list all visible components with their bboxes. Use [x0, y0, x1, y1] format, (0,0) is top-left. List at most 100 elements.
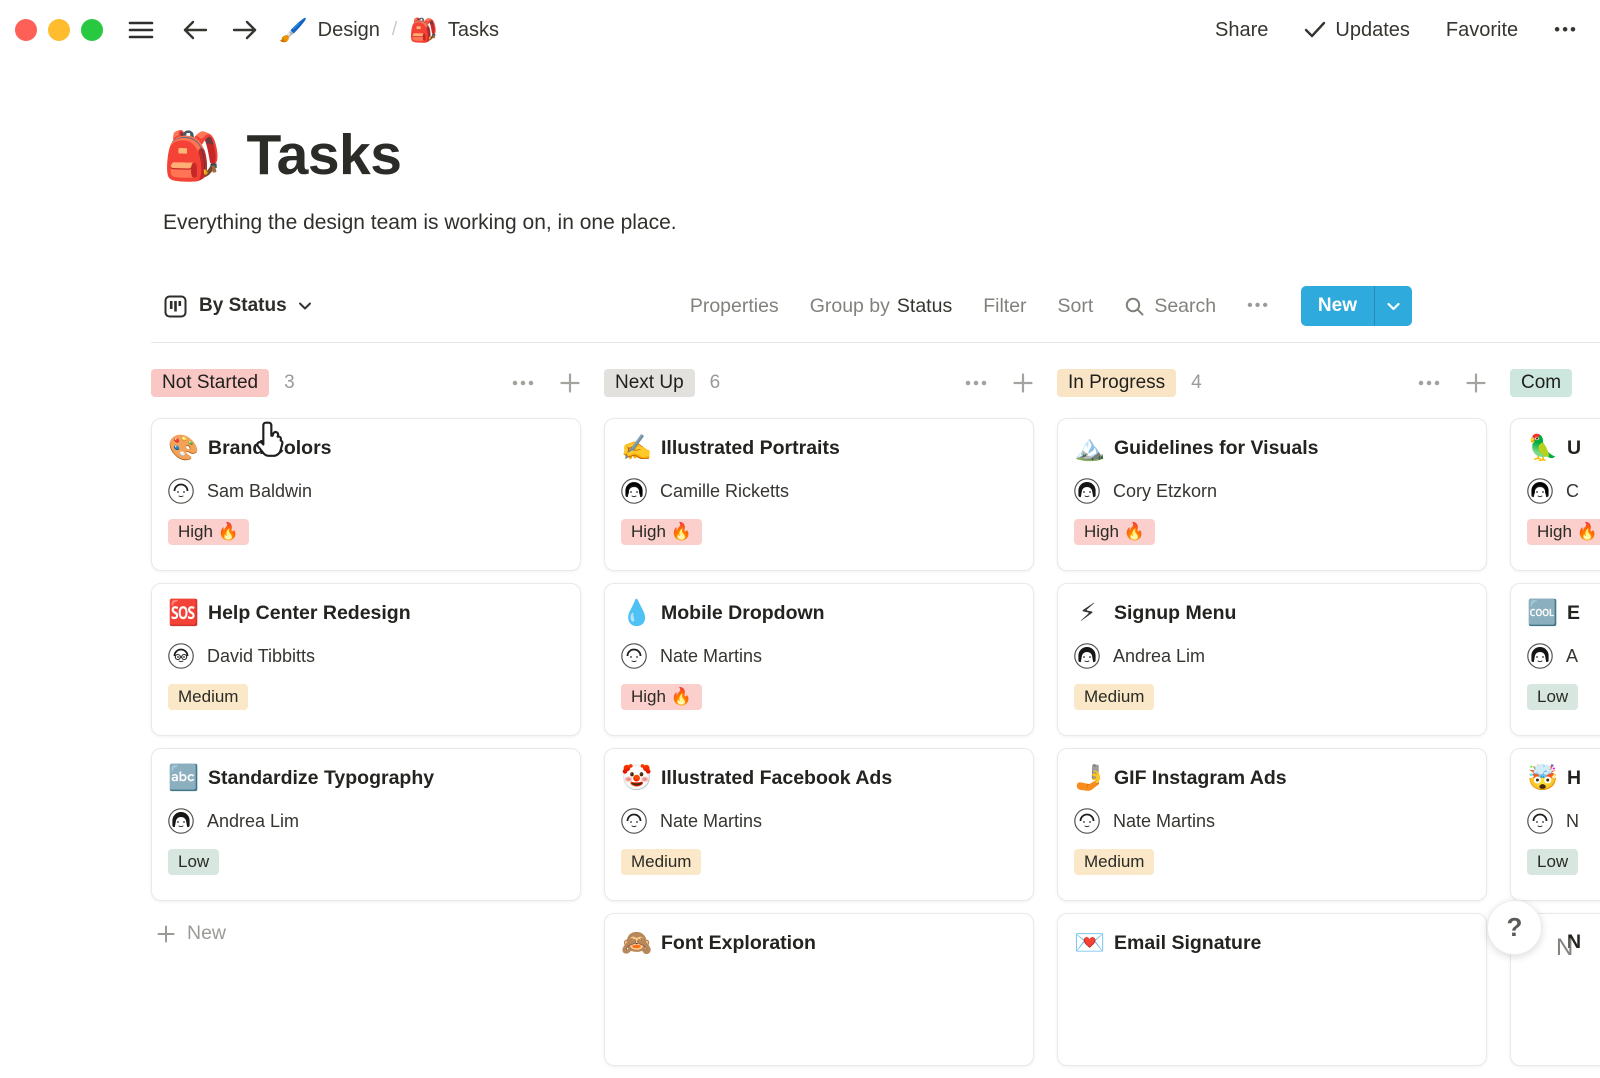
favorite-button[interactable]: Favorite [1446, 19, 1518, 42]
filter-button[interactable]: Filter [983, 295, 1026, 318]
avatar [168, 478, 194, 504]
help-button[interactable]: ? [1487, 900, 1542, 955]
task-card[interactable]: ⚡ Signup Menu Andrea Lim Medium [1057, 583, 1487, 736]
column-more-icon[interactable] [1417, 379, 1441, 387]
priority-badge: High 🔥 [621, 519, 702, 545]
new-button-label[interactable]: New [1301, 286, 1374, 326]
task-assignee-row: Sam Baldwin [168, 478, 564, 504]
window-topbar: 🖌️ Design / 🎒 Tasks Share Updates Favori… [0, 0, 1600, 60]
page-icon-backpack[interactable]: 🎒 [163, 132, 222, 179]
sidebar-menu-icon[interactable] [127, 19, 155, 41]
group-by-button[interactable]: Group byStatus [810, 295, 953, 318]
minimize-window-button[interactable] [48, 19, 70, 41]
column-name-badge[interactable]: In Progress [1057, 369, 1176, 397]
task-card[interactable]: 🤯 H N Low [1510, 748, 1600, 901]
task-title: Brand Colors [208, 437, 332, 460]
column-name-badge[interactable]: Next Up [604, 369, 695, 397]
task-card[interactable]: 🙈 Font Exploration [604, 913, 1034, 1066]
column-count: 3 [284, 372, 295, 394]
breadcrumb-design-label: Design [318, 19, 380, 42]
back-arrow-icon[interactable] [181, 19, 209, 41]
clipped-card-title-fragment: N [1556, 934, 1573, 962]
task-assignee-row: C [1527, 478, 1600, 504]
toolbar-divider [151, 342, 1600, 343]
task-card[interactable]: 🆒 E A Low [1510, 583, 1600, 736]
updates-label: Updates [1335, 19, 1410, 42]
column-cards: 🦜 U C High 🔥 🆒 E A Low 🤯 H N [1510, 418, 1600, 1066]
new-button-chevron-icon[interactable] [1375, 286, 1412, 326]
assignee-name: C [1566, 481, 1579, 502]
task-icon: 💌 [1074, 931, 1101, 956]
page-description[interactable]: Everything the design team is working on… [163, 211, 1600, 235]
sort-button[interactable]: Sort [1058, 295, 1094, 318]
properties-button[interactable]: Properties [690, 295, 779, 318]
priority-badge: Low [168, 849, 219, 875]
column-add-icon[interactable] [1465, 372, 1487, 394]
more-options-icon[interactable]: ••• [1554, 20, 1578, 40]
task-card[interactable]: ✍️ Illustrated Portraits Camille Rickett… [604, 418, 1034, 571]
column-add-icon[interactable] [1012, 372, 1034, 394]
task-card[interactable]: 🤡 Illustrated Facebook Ads Nate Martins … [604, 748, 1034, 901]
search-button[interactable]: Search [1124, 295, 1216, 318]
task-card[interactable]: 💧 Mobile Dropdown Nate Martins High 🔥 [604, 583, 1034, 736]
column-new-button[interactable]: New [151, 922, 581, 945]
assignee-name: Sam Baldwin [207, 481, 312, 502]
new-button[interactable]: New [1301, 286, 1412, 326]
task-icon: 🆘 [168, 601, 195, 626]
updates-button[interactable]: Updates [1304, 19, 1410, 42]
task-title: Illustrated Portraits [661, 437, 840, 460]
assignee-name: Nate Martins [1113, 811, 1215, 832]
task-icon: 🤡 [621, 766, 648, 791]
avatar [1074, 478, 1100, 504]
assignee-name: Andrea Lim [1113, 646, 1205, 667]
priority-badge: Medium [1074, 684, 1154, 710]
column-header: Com [1510, 368, 1600, 398]
priority-badge: Medium [1074, 849, 1154, 875]
avatar [1527, 478, 1553, 504]
task-icon: 🔤 [168, 766, 195, 791]
task-assignee-row: Nate Martins [621, 808, 1017, 834]
column-name-badge[interactable]: Not Started [151, 369, 269, 397]
plus-icon [156, 924, 176, 944]
task-card[interactable]: 🏔️ Guidelines for Visuals Cory Etzkorn H… [1057, 418, 1487, 571]
task-title: GIF Instagram Ads [1114, 767, 1287, 790]
forward-arrow-icon[interactable] [231, 19, 259, 41]
column-more-icon[interactable] [964, 379, 988, 387]
task-card[interactable]: 🎨 Brand Colors Sam Baldwin High 🔥 [151, 418, 581, 571]
column-add-icon[interactable] [559, 372, 581, 394]
page-content: 🎒 Tasks Everything the design team is wo… [0, 122, 1600, 1078]
column-count: 4 [1191, 372, 1202, 394]
task-card[interactable]: 🤳 GIF Instagram Ads Nate Martins Medium [1057, 748, 1487, 901]
task-card[interactable]: 💌 Email Signature [1057, 913, 1487, 1066]
task-assignee-row: Nate Martins [621, 643, 1017, 669]
board-column: Com 🦜 U C High 🔥 🆒 E A [1510, 368, 1600, 1078]
view-toolbar: By Status Properties Group byStatus Filt… [163, 286, 1412, 326]
share-button[interactable]: Share [1215, 19, 1268, 42]
column-header: Not Started 3 [151, 368, 581, 398]
close-window-button[interactable] [15, 19, 37, 41]
avatar [1527, 643, 1553, 669]
chevron-down-icon [298, 301, 312, 311]
toolbar-more-icon[interactable]: ••• [1247, 297, 1270, 315]
task-assignee-row: Cory Etzkorn [1074, 478, 1470, 504]
task-card[interactable]: 🔤 Standardize Typography Andrea Lim Low [151, 748, 581, 901]
view-switcher-by-status[interactable]: By Status [163, 294, 312, 319]
avatar [168, 808, 194, 834]
task-icon: 🆒 [1527, 601, 1554, 626]
zoom-window-button[interactable] [81, 19, 103, 41]
column-more-icon[interactable] [511, 379, 535, 387]
task-assignee-row: A [1527, 643, 1600, 669]
task-card[interactable]: 🆘 Help Center Redesign David Tibbitts Me… [151, 583, 581, 736]
assignee-name: Camille Ricketts [660, 481, 789, 502]
task-icon: 🤯 [1527, 766, 1554, 791]
task-card[interactable]: 🦜 U C High 🔥 [1510, 418, 1600, 571]
breadcrumb-tasks[interactable]: 🎒 Tasks [409, 19, 499, 42]
breadcrumb-design[interactable]: 🖌️ Design [279, 19, 380, 42]
page-title[interactable]: Tasks [247, 122, 402, 188]
column-cards: 🎨 Brand Colors Sam Baldwin High 🔥 🆘 Help… [151, 418, 581, 901]
kanban-board: Not Started 3 🎨 Brand Colors Sam Baldwin… [0, 368, 1600, 1078]
priority-badge: Low [1527, 684, 1578, 710]
paintbrush-icon: 🖌️ [279, 19, 308, 42]
notion-board-page: { "window": { "breadcrumb": { "items": [… [0, 0, 1600, 1000]
column-name-badge[interactable]: Com [1510, 369, 1572, 397]
